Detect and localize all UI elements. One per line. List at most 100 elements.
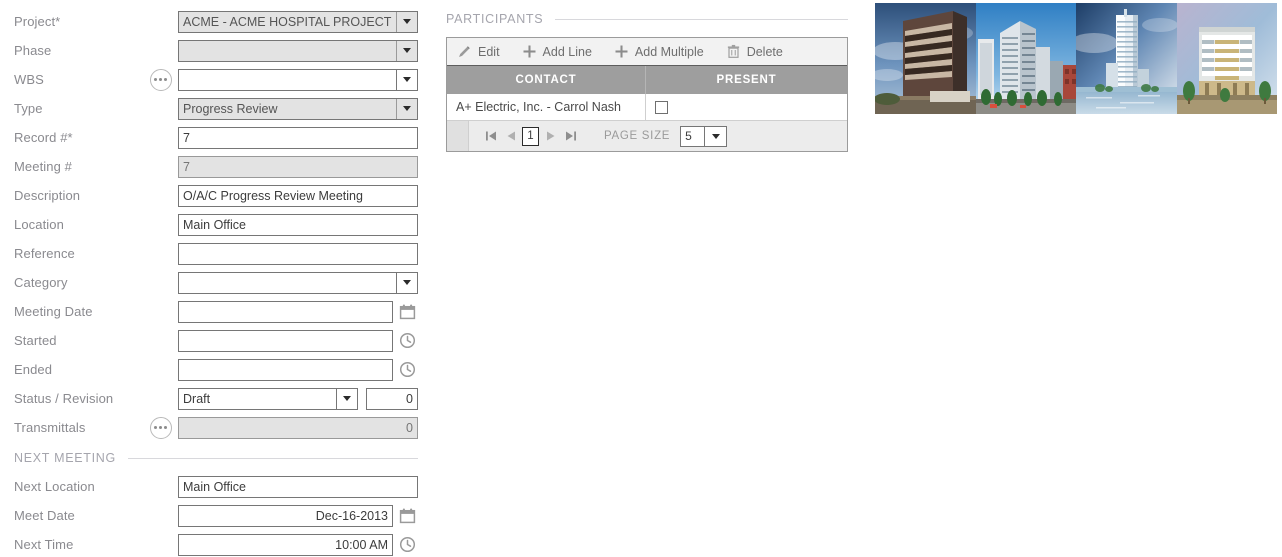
dropdown-value: ACME - ACME HOSPITAL PROJECT [183, 14, 392, 29]
participants-grid-header: CONTACT PRESENT [447, 66, 847, 94]
toolbar-button-label: Edit [478, 44, 500, 59]
brick-office-building-photo[interactable] [875, 3, 976, 114]
dropdown-select[interactable] [178, 39, 418, 62]
page-size-select[interactable]: 5 [680, 125, 728, 147]
field-control [178, 358, 421, 381]
text-input[interactable]: 7 [178, 126, 418, 149]
field-control [178, 300, 421, 323]
field-label: Phase [14, 43, 52, 58]
field-label: Next Location [14, 479, 95, 494]
form-row-location: Location Main Office [0, 210, 440, 239]
participants-pager: 1 PAGE SIZE 5 [447, 121, 847, 151]
form-row-project: Project* ACME - ACME HOSPITAL PROJECT [0, 7, 440, 36]
ellipsis-lookup-button[interactable] [149, 68, 172, 91]
ellipsis-lookup-button[interactable] [149, 416, 172, 439]
current-page-number[interactable]: 1 [522, 126, 539, 146]
field-label: Meeting Date [14, 304, 93, 319]
dropdown-value: Progress Review [183, 101, 278, 116]
field-label: Meet Date [14, 508, 75, 523]
text-input[interactable]: 7 [178, 155, 418, 178]
pager-controls: 1 PAGE SIZE 5 [469, 125, 728, 147]
cell-contact: A+ Electric, Inc. - Carrol Nash [447, 94, 646, 120]
field-control: Dec-16-2013 [178, 504, 421, 527]
text-input[interactable]: O/A/C Progress Review Meeting [178, 184, 418, 207]
form-row-description: Description O/A/C Progress Review Meeting [0, 181, 440, 210]
text-input[interactable]: Main Office [178, 213, 418, 236]
chevron-down-icon[interactable] [396, 272, 417, 293]
meeting-minutes-form-page: Project* ACME - ACME HOSPITAL PROJECT Phas… [0, 0, 1282, 557]
field-control: Progress Review [178, 97, 418, 120]
chevron-down-icon[interactable] [396, 40, 417, 61]
text-input[interactable] [178, 358, 393, 381]
waterfront-tower-render[interactable] [1076, 3, 1177, 114]
field-control: ACME - ACME HOSPITAL PROJECT [178, 10, 418, 33]
toolbar-delete-button[interactable]: Delete [726, 44, 783, 59]
field-control: O/A/C Progress Review Meeting [178, 184, 418, 207]
first-page-icon[interactable] [482, 126, 499, 146]
field-label: Meeting # [14, 159, 72, 174]
dropdown-select[interactable]: ACME - ACME HOSPITAL PROJECT [178, 10, 418, 33]
section-title: NEXT MEETING [14, 451, 116, 465]
text-input[interactable] [178, 300, 393, 323]
field-label: Project* [14, 14, 61, 29]
mid-rise-residential-render[interactable] [1176, 3, 1277, 114]
calendar-icon[interactable] [393, 303, 421, 320]
participants-grid: Edit Add Line Add Multiple Delete CONTACT P… [446, 37, 848, 152]
field-control: 10:00 AM [178, 533, 421, 556]
text-input[interactable] [178, 329, 393, 352]
toolbar-add-multiple-button[interactable]: Add Multiple [614, 44, 704, 59]
prev-page-icon[interactable] [502, 126, 519, 146]
toolbar-button-label: Delete [746, 44, 783, 59]
dropdown-select[interactable] [178, 271, 418, 294]
field-control [178, 271, 418, 294]
field-label: Location [14, 217, 64, 232]
toolbar-edit-button[interactable]: Edit [457, 44, 500, 59]
chevron-down-icon[interactable] [704, 126, 726, 146]
field-control: Main Office [178, 213, 418, 236]
text-input[interactable]: 10:00 AM [178, 533, 393, 556]
dropdown-select[interactable]: Progress Review [178, 97, 418, 120]
chevron-down-icon[interactable] [336, 388, 357, 409]
trash-icon [726, 44, 741, 59]
field-control: Draft 0 [178, 387, 418, 410]
meeting-details-form: Project* ACME - ACME HOSPITAL PROJECT Phas… [0, 0, 440, 557]
chevron-down-icon[interactable] [396, 11, 417, 32]
next-page-icon[interactable] [542, 126, 559, 146]
text-input[interactable]: Main Office [178, 475, 418, 498]
glass-highrise-render[interactable] [975, 3, 1076, 114]
present-checkbox[interactable] [655, 100, 668, 114]
status-value: Draft [183, 391, 211, 406]
last-page-icon[interactable] [562, 126, 579, 146]
field-label: Type [14, 101, 43, 116]
clock-icon[interactable] [393, 332, 421, 349]
clock-icon[interactable] [393, 536, 421, 553]
status-select[interactable]: Draft [178, 387, 358, 410]
dropdown-select[interactable] [178, 68, 418, 91]
field-control: 0 [178, 416, 418, 439]
form-row-type: Type Progress Review [0, 94, 440, 123]
toolbar-add-line-button[interactable]: Add Line [522, 44, 592, 59]
column-header-contact[interactable]: CONTACT [447, 66, 646, 94]
revision-input[interactable]: 0 [366, 387, 418, 410]
clock-icon[interactable] [393, 361, 421, 378]
form-row-next-time: Next Time 10:00 AM [0, 530, 440, 557]
participants-divider [555, 18, 848, 20]
participants-section-header: PARTICIPANTS [446, 7, 848, 31]
participants-panel: PARTICIPANTS Edit Add Line Add Multiple Del… [446, 7, 848, 152]
text-input[interactable]: Dec-16-2013 [178, 504, 393, 527]
chevron-down-icon[interactable] [396, 98, 417, 119]
ellipsis-slot [143, 416, 178, 439]
pencil-icon [457, 44, 472, 59]
dropdown-value [179, 273, 396, 293]
calendar-icon[interactable] [393, 507, 421, 524]
form-row-meet-date: Meet Date Dec-16-2013 [0, 501, 440, 530]
column-header-present[interactable]: PRESENT [646, 66, 847, 94]
form-row-record: Record #* 7 [0, 123, 440, 152]
dropdown-value [179, 70, 396, 90]
chevron-down-icon[interactable] [396, 69, 417, 90]
text-input[interactable] [178, 242, 418, 265]
field-label: Category [14, 275, 68, 290]
cell-present [646, 94, 847, 120]
table-row[interactable]: A+ Electric, Inc. - Carrol Nash [447, 94, 847, 121]
field-label: Started [14, 333, 57, 348]
